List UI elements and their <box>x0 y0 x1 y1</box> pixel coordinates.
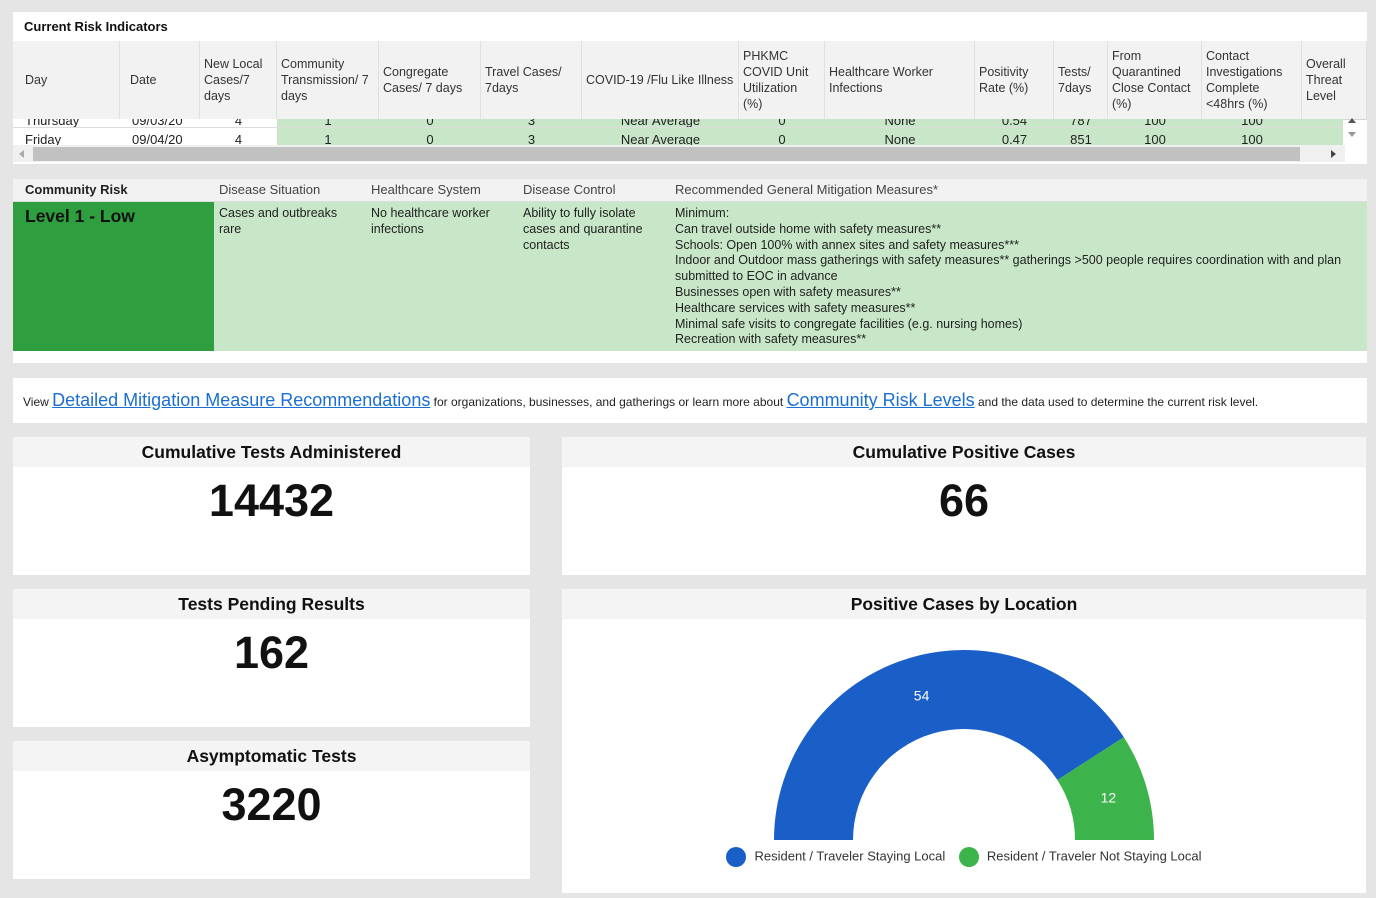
scroll-right-icon[interactable] <box>1331 150 1336 158</box>
half-donut-chart: 54 12 <box>774 649 1154 840</box>
card-value: 162 <box>233 627 310 678</box>
measure-item: Schools: Open 100% with annex sites and … <box>675 237 1019 252</box>
cell-investigations: 100 <box>1241 119 1263 127</box>
mitigation-recommendations-link[interactable]: Detailed Mitigation Measure Recommendati… <box>52 390 430 410</box>
indicators-table: Day Date New Local Cases/7 days Communit… <box>13 41 1367 162</box>
header-contact-investigations[interactable]: Contact Investigations Complete <48hrs (… <box>1202 41 1302 119</box>
disease-situation: Cases and outbreaks rare <box>219 206 338 236</box>
scroll-left-icon[interactable] <box>19 150 24 158</box>
healthcare-system: No healthcare worker infections <box>371 206 490 236</box>
legend-label: Resident / Traveler Staying Local <box>754 848 946 864</box>
card-value: 3220 <box>221 779 322 830</box>
cumulative-tests-card: Cumulative Tests Administered 14432 <box>13 437 530 575</box>
header-overall-threat-level[interactable]: Overall Threat Level <box>1302 41 1367 119</box>
cell-positivity: 0.54 <box>1001 119 1028 127</box>
cell-community: 1 <box>324 119 332 127</box>
header-congregate-cases[interactable]: Congregate Cases/ 7 days <box>379 41 481 119</box>
header-date[interactable]: Date <box>120 41 200 119</box>
links-bar: View Detailed Mitigation Measure Recomme… <box>13 378 1367 423</box>
cell-tests: 787 <box>1070 119 1092 127</box>
legend-dot-green-icon <box>958 847 979 867</box>
header-community-risk: Community Risk <box>25 182 128 197</box>
risk-indicators-panel: Current Risk Indicators Day Date New Loc… <box>13 12 1367 164</box>
card-value: 14432 <box>208 475 335 526</box>
measure-item: Recreation with safety measures** <box>675 332 867 347</box>
header-new-local-cases[interactable]: New Local Cases/7 days <box>200 41 277 119</box>
legend-dot-blue-icon <box>726 847 747 867</box>
card-value: 66 <box>938 475 990 526</box>
cell-congregate: 0 <box>426 119 434 127</box>
community-risk-panel: Community Risk Disease Situation Healthc… <box>13 179 1367 363</box>
card-title: Tests Pending Results <box>13 589 530 619</box>
asymptomatic-tests-card: Asymptomatic Tests 3220 <box>13 741 530 879</box>
header-positivity-rate[interactable]: Positivity Rate (%) <box>975 41 1054 119</box>
scroll-down-icon[interactable] <box>1348 132 1356 137</box>
links-middle: for organizations, businesses, and gathe… <box>433 395 784 409</box>
header-community-transmission[interactable]: Community Transmission/ 7 days <box>277 41 379 119</box>
positive-cases-location-card: Positive Cases by Location 54 12 Resident… <box>562 589 1366 893</box>
legend-item[interactable]: Resident / Traveler Staying Local <box>726 847 945 867</box>
card-title: Positive Cases by Location <box>562 589 1366 619</box>
community-risk-row: Level 1 - Low Cases and outbreaks rare N… <box>13 202 1367 351</box>
header-travel-cases[interactable]: Travel Cases/ 7days <box>481 41 582 119</box>
cell-flu: Near Average <box>620 119 701 127</box>
tests-pending-card: Tests Pending Results 162 <box>13 589 530 727</box>
risk-level-box: Level 1 - Low <box>13 202 214 351</box>
disease-control: Ability to fully isolate cases and quara… <box>523 206 643 252</box>
slice-value-label: 12 <box>1101 790 1117 806</box>
indicators-title: Current Risk Indicators <box>24 19 168 34</box>
header-quarantined-close-contact[interactable]: From Quarantined Close Contact (%) <box>1108 41 1202 119</box>
table-row-partial: Thursday 09/03/20 4 1 0 3 Near Average 0… <box>13 119 1343 127</box>
header-overall-threat-level-label: Overall Threat Level <box>1306 57 1346 103</box>
card-title: Cumulative Tests Administered <box>13 437 530 467</box>
header-tests-7days[interactable]: Tests/ 7days <box>1054 41 1108 119</box>
measure-item: Businesses open with safety measures** <box>675 284 901 299</box>
links-suffix: and the data used to determine the curre… <box>977 395 1259 409</box>
measure-item: Minimum: <box>675 206 730 220</box>
chart-legend: Resident / Traveler Staying Local Reside… <box>562 847 1366 867</box>
measure-item: Healthcare services with safety measures… <box>675 300 916 315</box>
cell-new-local: 4 <box>234 119 243 127</box>
header-disease-control: Disease Control <box>523 182 616 197</box>
header-mitigation-measures: Recommended General Mitigation Measures* <box>675 182 939 197</box>
risk-level: Level 1 - Low <box>25 206 135 226</box>
header-healthcare-worker-infections[interactable]: Healthcare Worker Infections <box>825 41 975 119</box>
slice-value-label: 54 <box>914 688 930 704</box>
legend-item[interactable]: Resident / Traveler Not Staying Local <box>958 847 1202 867</box>
measure-item: Can travel outside home with safety meas… <box>675 221 942 236</box>
header-day[interactable]: Day <box>13 41 120 119</box>
vertical-scrollbar[interactable] <box>1345 114 1359 144</box>
indicators-header-row: Day Date New Local Cases/7 days Communit… <box>13 41 1367 120</box>
cell-date: 09/03/20 <box>132 119 183 127</box>
cell-travel: 3 <box>527 119 536 127</box>
scrollbar-thumb[interactable] <box>33 147 1300 161</box>
legend-label: Resident / Traveler Not Staying Local <box>986 848 1202 864</box>
community-risk-levels-link[interactable]: Community Risk Levels <box>787 390 975 410</box>
header-healthcare-system: Healthcare System <box>371 182 481 197</box>
mitigation-measures-list: Minimum: Can travel outside home with sa… <box>675 206 1355 348</box>
measure-item: Indoor and Outdoor mass gatherings with … <box>675 253 1342 284</box>
cell-utilization: 0 <box>778 119 786 127</box>
cell-quarantined: 100 <box>1144 119 1166 127</box>
header-flu-like-illness[interactable]: COVID-19 /Flu Like Illness <box>582 41 739 119</box>
cell-hcw: None <box>884 119 916 127</box>
header-covid-unit-utilization[interactable]: PHKMC COVID Unit Utilization (%) <box>739 41 825 119</box>
header-disease-situation: Disease Situation <box>219 182 321 197</box>
cell-day: Thursday <box>25 119 80 127</box>
scroll-up-icon[interactable] <box>1348 118 1356 123</box>
community-risk-header: Community Risk Disease Situation Healthc… <box>13 179 1367 202</box>
card-title: Asymptomatic Tests <box>13 741 530 771</box>
card-title: Cumulative Positive Cases <box>562 437 1366 467</box>
cumulative-positive-card: Cumulative Positive Cases 66 <box>562 437 1366 575</box>
measure-item: Minimal safe visits to congregate facili… <box>675 316 1023 331</box>
links-sentence: View Detailed Mitigation Measure Recomme… <box>23 390 1258 411</box>
horizontal-scrollbar[interactable] <box>13 145 1345 162</box>
links-prefix: View <box>23 395 49 409</box>
